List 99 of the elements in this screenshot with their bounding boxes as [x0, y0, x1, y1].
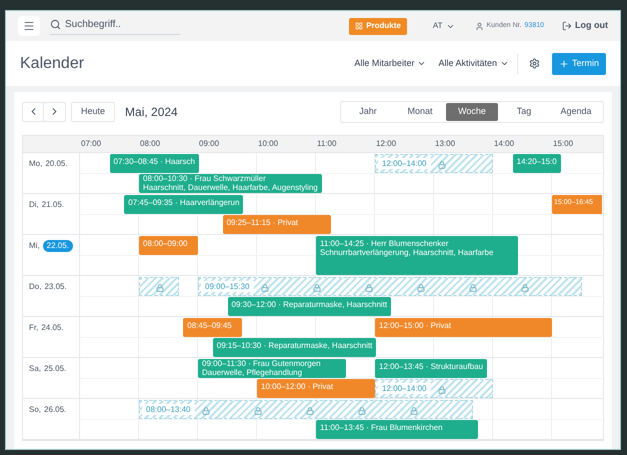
day-label: Do,: [29, 281, 42, 293]
private-block[interactable]: 09:25–11:15 · Privat: [222, 215, 331, 234]
new-appointment-button[interactable]: Termin: [552, 52, 606, 74]
lock-icon: [202, 407, 210, 415]
hour-label: 12:00: [376, 138, 396, 150]
lock-icon: [438, 386, 446, 394]
hour-label: 13:00: [435, 138, 456, 150]
view-tab[interactable]: Jahr: [342, 102, 394, 120]
logout-icon: [562, 21, 572, 31]
event-title: 12:00–13:45 · Strukturaufbau: [379, 362, 484, 371]
appointment-block[interactable]: 07:30–08:45 · Haarsch: [110, 154, 199, 173]
appointment-block[interactable]: 14:20–15:0: [512, 154, 561, 173]
event-title: 09:00–11:30 · Frau Gutenmorgen: [202, 359, 322, 368]
appointment-block[interactable]: 11:00–13:45 · Frau Blumenkirchen: [316, 420, 478, 439]
logout-button[interactable]: Log out: [562, 19, 608, 33]
lock-icon: [313, 284, 321, 292]
event-title: 12:00–15:00 · Privat: [379, 321, 452, 330]
menu-icon: [23, 20, 35, 32]
settings-icon: [528, 58, 540, 69]
private-block[interactable]: 12:00–15:00 · Privat: [375, 318, 552, 337]
hour-label: 11:00: [317, 138, 336, 150]
hour-label: 09:00: [199, 138, 220, 150]
blocked-time-label: 09:00–15:30: [201, 281, 254, 292]
appointment-block[interactable]: 09:00–11:30 · Frau Gutenmorgen Dauerwelle, Pflegehandlung: [198, 359, 346, 378]
event-title: 09:15–10:30 · Reparaturmaske, Haarschnitt: [216, 341, 372, 350]
lock-icon: [410, 407, 418, 415]
day-label: Mi,: [29, 240, 40, 252]
view-tab[interactable]: Woche: [446, 102, 498, 120]
appointment-block[interactable]: 07:45–09:35 · Haarverlängerun: [124, 195, 244, 214]
event-title: 11:00–13:45 · Frau Blumenkirchen: [320, 423, 444, 432]
day-label: Sa,: [29, 363, 42, 375]
lock-icon: [254, 407, 262, 415]
lock-icon: [358, 407, 366, 415]
day-date: 25.05.: [44, 363, 66, 375]
day-date: 24.05.: [41, 322, 64, 334]
plus-icon: [558, 58, 569, 68]
lock-icon: [469, 284, 477, 292]
today-button[interactable]: Heute: [71, 102, 116, 122]
event-services: Dauerwelle, Pflegehandlung: [202, 368, 304, 377]
private-block[interactable]: 08:00–09:00: [139, 236, 198, 255]
products-button[interactable]: Produkte: [349, 18, 407, 34]
hour-label: 15:00: [553, 138, 574, 150]
lock-icon: [365, 284, 373, 292]
filter-dropdown[interactable]: Alle Mitarbeiter: [354, 56, 426, 70]
day-date: 21.05.: [42, 199, 64, 211]
blocked-time-label: 08:00–13:40: [142, 404, 194, 415]
view-tab[interactable]: Tag: [498, 102, 550, 120]
menu-button[interactable]: [18, 16, 40, 36]
day-date: 20.05.: [45, 158, 68, 170]
language-dropdown[interactable]: AT: [432, 20, 454, 32]
appointment-block[interactable]: 12:00–13:45 · Strukturaufbau: [375, 359, 488, 378]
chevron-down-icon: [500, 59, 509, 68]
blocked-time-label: 12:00–14:00: [378, 383, 430, 394]
event-title: 11:00–14:25 · Herr Blumenschenker: [320, 239, 450, 248]
hour-label: 08:00: [140, 138, 160, 150]
search-field[interactable]: Suchbegriff..: [65, 17, 175, 32]
event-services: Schnurrbartverlängerung, Haarschnitt, Haarfarbe: [320, 248, 494, 257]
period-title: Mai, 2024: [125, 104, 178, 120]
event-title: 07:45–09:35 · Haarverlängerun: [128, 198, 240, 207]
event-title: 09:30–12:00 · Reparaturmaske, Haarschnitt: [232, 300, 388, 309]
today-date-badge: 22.05.: [42, 240, 73, 252]
event-title: 08:45–09:45: [187, 321, 233, 330]
lock-icon: [261, 284, 269, 292]
appointment-block[interactable]: 08:00–10:30 · Frau Schwarzmüller Haarschnitt, Dauerwelle, Haarfarbe, Augenstyling: [139, 174, 322, 193]
event-services: Haarschnitt, Dauerwelle, Haarfarbe, Augenstyling: [143, 183, 318, 192]
private-block[interactable]: 10:00–12:00 · Privat: [257, 379, 375, 398]
hour-label: 07:00: [81, 138, 102, 150]
page-title: Kalender: [20, 54, 84, 74]
day-date: 23.05.: [44, 281, 67, 293]
event-title: 14:20–15:0: [516, 157, 557, 166]
chevron-down-icon: [417, 59, 426, 68]
day-label: So,: [29, 404, 42, 416]
event-title: 07:30–08:45 · Haarsch: [114, 157, 195, 166]
view-tab[interactable]: Agenda: [550, 102, 602, 120]
event-title: 08:00–10:30 · Frau Schwarzmüller: [143, 174, 267, 183]
day-label: Fr,: [29, 322, 38, 334]
day-label: Di,: [29, 199, 39, 211]
lock-icon: [438, 161, 446, 169]
day-label: Mo,: [29, 158, 42, 170]
event-title: 09:25–11:15 · Privat: [226, 218, 300, 227]
view-tab[interactable]: Monat: [394, 102, 446, 120]
hour-label: 10:00: [258, 138, 278, 150]
private-block[interactable]: 08:45–09:45: [183, 318, 242, 337]
hour-label: 14:00: [494, 138, 514, 150]
event-title: 08:00–09:00: [143, 239, 188, 248]
event-title: 10:00–12:00 · Privat: [261, 382, 334, 391]
lock-icon: [306, 407, 314, 415]
appointment-block[interactable]: 11:00–14:25 · Herr Blumenschenker Schnurrbartverlängerung, Haarschnitt, Haarfarbe: [316, 236, 518, 275]
grid-icon: [355, 22, 364, 30]
appointment-block[interactable]: 09:15–10:30 · Reparaturmaske, Haarschnitt: [212, 338, 376, 357]
lock-icon: [156, 284, 164, 292]
blocked-time-label: 12:00–14:00: [378, 158, 430, 169]
filter-dropdown[interactable]: Alle Aktivitäten: [438, 56, 509, 70]
lock-icon: [521, 284, 529, 292]
search-icon: [50, 19, 61, 30]
day-date: 26.05.: [44, 404, 66, 416]
user-icon: [474, 22, 484, 30]
appointment-block[interactable]: 09:30–12:00 · Reparaturmaske, Haarschnitt: [228, 297, 392, 316]
lock-icon: [417, 284, 425, 292]
